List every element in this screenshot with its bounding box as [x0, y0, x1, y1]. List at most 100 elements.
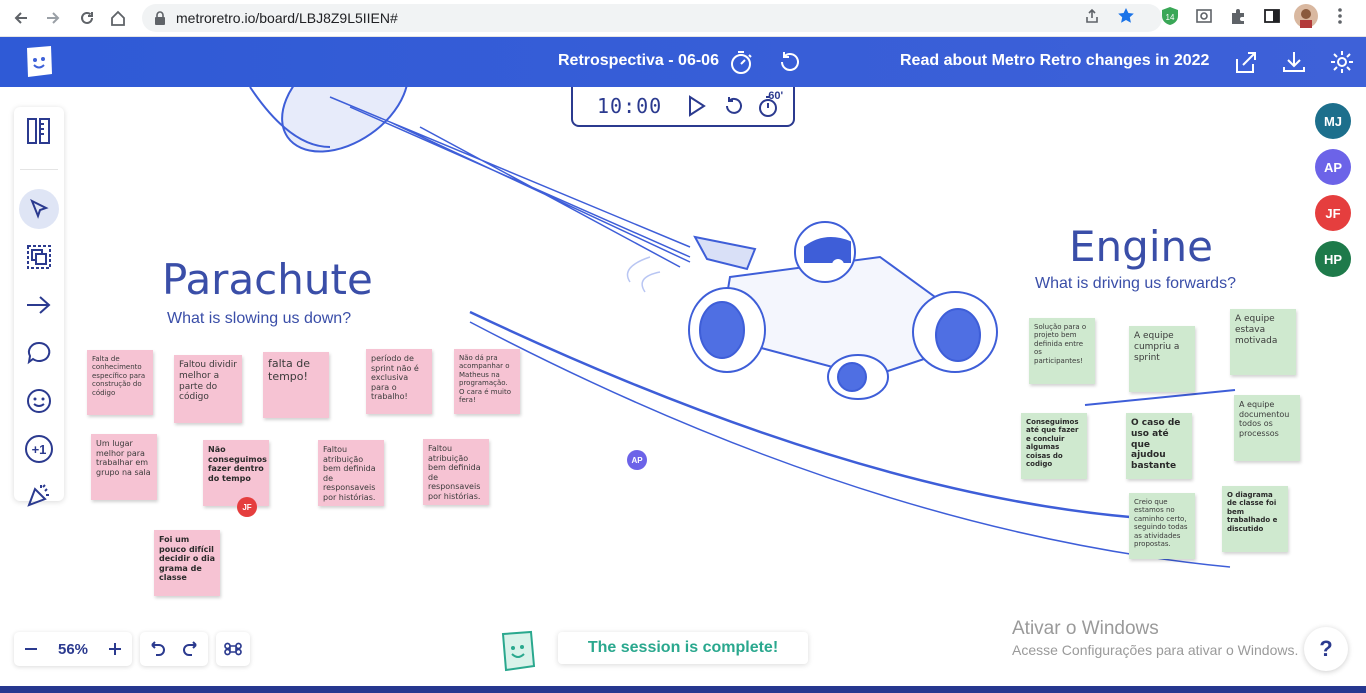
pointer-arrow-icon — [30, 198, 49, 219]
forward-arrow-icon[interactable] — [38, 3, 68, 33]
countdown-timer: 10:00 60' — [571, 87, 795, 127]
comment-tool[interactable] — [19, 333, 59, 373]
shortcuts-box — [216, 632, 250, 666]
sticky-note[interactable]: O caso de uso até que ajudou bastante — [1126, 413, 1192, 479]
lock-icon — [155, 11, 165, 25]
party-popper-icon — [27, 484, 49, 507]
undo-history-icon[interactable] — [776, 49, 802, 75]
board-panel-button[interactable] — [19, 111, 59, 151]
speech-bubble-icon — [27, 341, 51, 365]
windows-activation-title: Ativar o Windows — [1012, 618, 1159, 639]
browser-menu-icon[interactable] — [1328, 4, 1352, 28]
participant-avatar[interactable]: HP — [1315, 241, 1351, 277]
back-arrow-icon[interactable] — [6, 3, 36, 33]
extensions-puzzle-icon[interactable] — [1226, 4, 1250, 28]
settings-gear-icon[interactable] — [1329, 49, 1355, 75]
plus-icon — [109, 643, 121, 655]
vote-tool[interactable]: +1 — [19, 429, 59, 469]
participant-list: MJ AP JF HP — [1315, 103, 1351, 287]
reset-icon[interactable] — [722, 94, 746, 118]
celebrate-tool[interactable] — [19, 475, 59, 515]
board-toolbar: +1 — [14, 107, 64, 507]
zoom-out-button[interactable] — [14, 632, 48, 666]
sticky-note[interactable]: Conseguimos até que fazer e concluir alg… — [1021, 413, 1087, 479]
group-select-icon — [27, 245, 51, 269]
screenshot-extension-icon[interactable] — [1192, 4, 1216, 28]
sticky-note[interactable]: A equipe estava motivada — [1230, 309, 1296, 375]
sticky-note[interactable]: Não dá pra acompanhar o Matheus na progr… — [454, 349, 520, 414]
toolbar-divider — [20, 169, 58, 170]
sticky-note[interactable]: Faltou atribuição bem definida de respon… — [423, 439, 489, 505]
sticky-note[interactable]: A equipe documentou todos os processos — [1234, 395, 1300, 461]
download-icon[interactable] — [1281, 49, 1307, 75]
help-button[interactable]: ? — [1304, 627, 1348, 671]
arrow-tool[interactable] — [19, 285, 59, 325]
command-key-icon — [224, 642, 242, 656]
participant-avatar[interactable]: AP — [1315, 149, 1351, 185]
arrow-right-icon — [27, 296, 51, 314]
retro-board-canvas[interactable]: 10:00 60' +1 Parachute What is slowing u… — [0, 87, 1366, 686]
windows-activation-subtitle: Acesse Configurações para ativar o Windo… — [1012, 642, 1299, 658]
zoom-in-button[interactable] — [98, 632, 132, 666]
timer-value: 10:00 — [597, 94, 663, 118]
sticky-note[interactable]: Solução para o projeto bem definida entr… — [1029, 318, 1095, 384]
bookmark-star-icon[interactable] — [1114, 4, 1138, 28]
address-bar[interactable]: metroretro.io/board/LBJ8Z9L5IIEN# — [142, 4, 1162, 32]
sticky-note[interactable]: Foi um pouco difícil decidir o dia grama… — [154, 530, 220, 596]
participant-avatar[interactable]: JF — [1315, 195, 1351, 231]
reaction-tool[interactable] — [19, 381, 59, 421]
adblock-extension-icon[interactable]: 14 — [1158, 4, 1182, 28]
metro-retro-logo[interactable] — [24, 45, 54, 79]
redo-icon — [183, 641, 197, 656]
redo-button[interactable] — [174, 632, 208, 666]
profile-avatar-icon[interactable] — [1294, 4, 1318, 28]
sticky-note[interactable]: Um lugar melhor para trabalhar em grupo … — [91, 434, 157, 500]
extension-badge: 14 — [1166, 13, 1175, 22]
plus-one-icon: +1 — [25, 435, 53, 463]
sticky-note[interactable]: Não conseguimos fazer dentro do tempo — [203, 440, 269, 506]
engine-title: Engine — [1069, 222, 1213, 271]
undo-icon — [151, 641, 165, 656]
metro-retro-mascot-icon — [501, 630, 536, 672]
sticky-note[interactable]: A equipe cumpriu a sprint — [1129, 326, 1195, 392]
undo-button[interactable] — [140, 632, 174, 666]
url-text: metroretro.io/board/LBJ8Z9L5IIEN# — [176, 10, 398, 26]
ruler-pencil-icon — [27, 118, 50, 144]
participant-avatar[interactable]: MJ — [1315, 103, 1351, 139]
sticky-note[interactable]: Faltou dividir melhor a parte do código — [174, 355, 242, 423]
zoom-level: 56% — [57, 640, 89, 658]
home-icon[interactable] — [103, 3, 133, 33]
stopwatch-icon[interactable] — [728, 49, 754, 75]
share-icon[interactable] — [1233, 49, 1259, 75]
sticky-note[interactable]: Faltou atribuição bem definida de respon… — [318, 440, 384, 506]
session-complete-message: The session is complete! — [558, 632, 808, 664]
parachute-title: Parachute — [162, 255, 373, 304]
share-page-icon[interactable] — [1080, 4, 1104, 28]
sticky-note[interactable]: período de sprint não é exclusiva para o… — [366, 349, 432, 414]
add-time-label: 60' — [768, 90, 784, 102]
add-time-button[interactable]: 60' — [758, 90, 783, 118]
app-header: Retrospectiva - 06-06 Read about Metro R… — [0, 37, 1366, 87]
sticky-note[interactable]: Falta de conhecimento específico para co… — [87, 350, 153, 415]
minus-icon — [25, 648, 37, 650]
smiley-icon — [27, 389, 51, 413]
history-box — [140, 632, 208, 666]
user-cursor-badge: JF — [237, 497, 257, 517]
sticky-note[interactable]: Creio que estamos no caminho certo, segu… — [1129, 493, 1195, 559]
browser-toolbar: metroretro.io/board/LBJ8Z9L5IIEN# 14 — [0, 0, 1366, 37]
news-link[interactable]: Read about Metro Retro changes in 2022 — [900, 52, 1209, 70]
user-cursor-badge: AP — [627, 450, 647, 470]
zoom-controls: 56% — [14, 632, 250, 666]
keyboard-shortcuts-button[interactable] — [216, 632, 250, 666]
select-tool[interactable] — [19, 189, 59, 229]
sticky-note[interactable]: falta de tempo! — [263, 352, 329, 418]
play-icon[interactable] — [684, 94, 708, 118]
board-title[interactable]: Retrospectiva - 06-06 — [558, 52, 719, 70]
reload-icon[interactable] — [72, 3, 102, 33]
bottom-accent-bar — [0, 686, 1366, 693]
group-select-tool[interactable] — [19, 237, 59, 277]
sticky-note[interactable]: O diagrama de classe foi bem trabalhado … — [1222, 486, 1288, 552]
engine-subtitle: What is driving us forwards? — [1035, 275, 1236, 292]
side-panel-icon[interactable] — [1260, 4, 1284, 28]
zoom-box: 56% — [14, 632, 132, 666]
